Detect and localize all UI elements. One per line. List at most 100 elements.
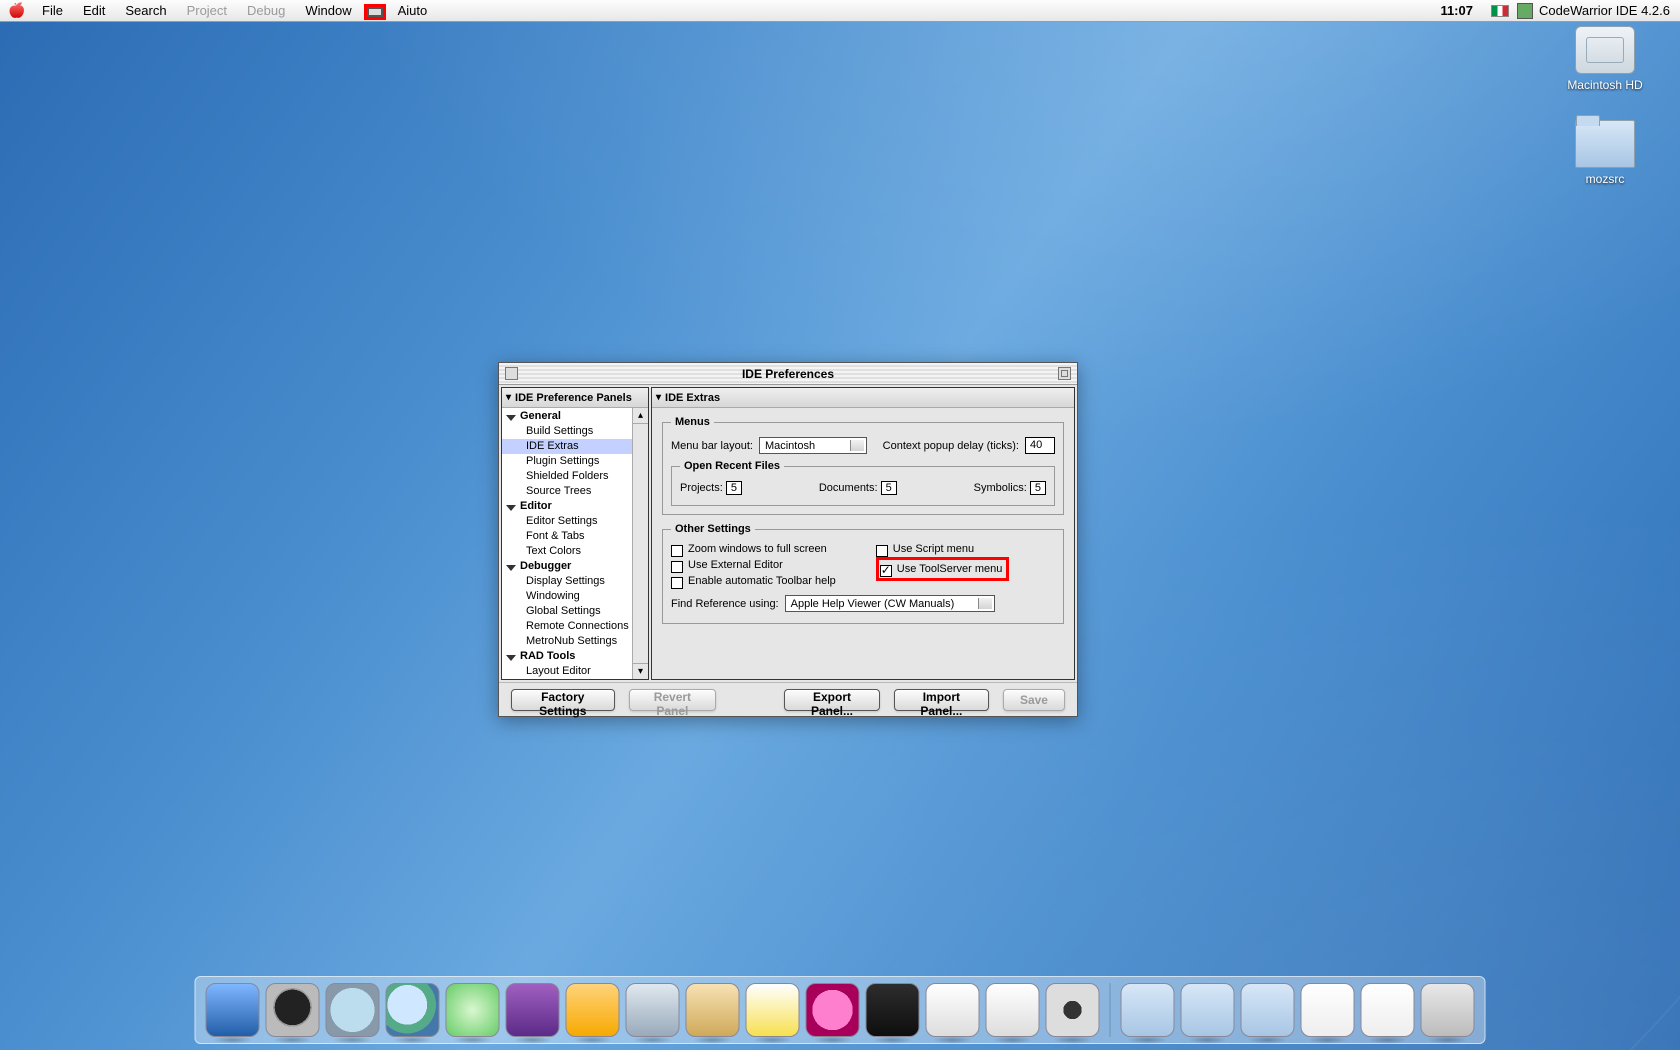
tree-group[interactable]: General bbox=[502, 409, 632, 424]
detail-header: ▾ IDE Extras bbox=[652, 388, 1074, 408]
tree-leaf[interactable]: Shielded Folders bbox=[502, 469, 632, 484]
zoom-windows-checkbox[interactable]: Zoom windows to full screen bbox=[671, 543, 836, 555]
desktop-icon-macintosh-hd[interactable]: Macintosh HD bbox=[1560, 26, 1650, 92]
apple-menu-icon[interactable] bbox=[6, 2, 28, 19]
auto-toolbar-help-checkbox[interactable]: Enable automatic Toolbar help bbox=[671, 575, 836, 587]
tree-group[interactable]: RAD Tools bbox=[502, 649, 632, 664]
dock-safari-icon[interactable] bbox=[326, 983, 380, 1037]
desktop-icon-label: mozsrc bbox=[1560, 172, 1650, 186]
dock-textedit-icon[interactable] bbox=[926, 983, 980, 1037]
checkbox-label: Use External Editor bbox=[688, 559, 783, 571]
menus-group: Menus Menu bar layout: Macintosh Context… bbox=[662, 416, 1064, 515]
tree-leaf[interactable]: Editor Settings bbox=[502, 514, 632, 529]
desktop-icon-mozsrc[interactable]: mozsrc bbox=[1560, 120, 1650, 186]
symbolics-input[interactable]: 5 bbox=[1030, 481, 1046, 495]
external-editor-checkbox[interactable]: Use External Editor bbox=[671, 559, 836, 571]
save-button: Save bbox=[1003, 689, 1065, 711]
menubar-clock: 11:07 bbox=[1430, 3, 1483, 18]
dock-dashboard-icon[interactable] bbox=[266, 983, 320, 1037]
preference-panels-tree: ▾ IDE Preference Panels GeneralBuild Set… bbox=[501, 387, 649, 680]
dock-bbedit-icon[interactable] bbox=[566, 983, 620, 1037]
checkbox-label: Enable automatic Toolbar help bbox=[688, 575, 836, 587]
import-panel-button[interactable]: Import Panel... bbox=[894, 689, 989, 711]
factory-settings-button[interactable]: Factory Settings bbox=[511, 689, 615, 711]
menus-legend: Menus bbox=[671, 416, 714, 428]
select-value: Macintosh bbox=[765, 440, 815, 452]
documents-input[interactable]: 5 bbox=[881, 481, 897, 495]
tree-leaf[interactable]: Text Colors bbox=[502, 544, 632, 559]
menu-aiuto[interactable]: Aiuto bbox=[388, 0, 438, 22]
desktop: File Edit Search Project Debug Window Ai… bbox=[0, 0, 1680, 1050]
tree-leaf[interactable]: Layout Editor bbox=[502, 664, 632, 679]
dock-tools-icon[interactable] bbox=[626, 983, 680, 1037]
checkbox-label: Zoom windows to full screen bbox=[688, 543, 827, 555]
toolserver-menu-icon[interactable] bbox=[364, 4, 386, 20]
ide-preferences-window: IDE Preferences ▾ IDE Preference Panels … bbox=[498, 362, 1078, 717]
app-name[interactable]: CodeWarrior IDE 4.2.6 bbox=[1539, 3, 1680, 18]
dock-internet-icon[interactable] bbox=[386, 983, 440, 1037]
scroll-down-arrow-icon[interactable]: ▾ bbox=[633, 663, 648, 679]
tree-body[interactable]: GeneralBuild SettingsIDE ExtrasPlugin Se… bbox=[502, 408, 632, 679]
input-locale-flag-icon[interactable] bbox=[1491, 5, 1509, 17]
dialog-button-bar: Factory Settings Revert Panel Export Pan… bbox=[499, 682, 1077, 716]
tree-leaf[interactable]: Source Trees bbox=[502, 484, 632, 499]
app-switcher-icon[interactable] bbox=[1517, 3, 1533, 19]
dock-mozilla-icon[interactable] bbox=[686, 983, 740, 1037]
dock-document-icon[interactable] bbox=[1301, 983, 1355, 1037]
hard-drive-icon bbox=[1575, 26, 1635, 74]
dock-editor-icon[interactable] bbox=[746, 983, 800, 1037]
dock-itunes-icon[interactable] bbox=[446, 983, 500, 1037]
checkbox-label: Use ToolServer menu bbox=[897, 563, 1003, 575]
disclosure-icon: ▾ bbox=[652, 392, 665, 403]
menu-window[interactable]: Window bbox=[295, 0, 361, 22]
menu-bar-layout-select[interactable]: Macintosh bbox=[759, 437, 867, 454]
export-panel-button[interactable]: Export Panel... bbox=[784, 689, 880, 711]
tree-leaf[interactable]: IDE Extras bbox=[502, 439, 632, 454]
tree-group[interactable]: Debugger bbox=[502, 559, 632, 574]
use-script-menu-checkbox[interactable]: Use Script menu bbox=[876, 543, 1010, 555]
tree-leaf[interactable]: Font & Tabs bbox=[502, 529, 632, 544]
open-recent-files-group: Open Recent Files Projects: 5 Documents:… bbox=[671, 460, 1055, 506]
projects-input[interactable]: 5 bbox=[726, 481, 742, 495]
use-toolserver-menu-checkbox[interactable]: Use ToolServer menu bbox=[880, 563, 1003, 575]
detail-header-label: IDE Extras bbox=[665, 392, 720, 404]
tree-leaf[interactable]: Display Settings bbox=[502, 574, 632, 589]
tree-leaf[interactable]: Remote Connections bbox=[502, 619, 632, 634]
checkbox-label: Use Script menu bbox=[893, 543, 974, 555]
tree-leaf[interactable]: Windowing bbox=[502, 589, 632, 604]
tree-header[interactable]: ▾ IDE Preference Panels bbox=[502, 388, 648, 408]
tree-leaf[interactable]: Build Settings bbox=[502, 424, 632, 439]
window-zoom-button[interactable] bbox=[1058, 367, 1071, 380]
dock-document-icon[interactable] bbox=[1361, 983, 1415, 1037]
toolserver-highlight: Use ToolServer menu bbox=[876, 557, 1010, 581]
open-recent-legend: Open Recent Files bbox=[680, 460, 784, 472]
menubar: File Edit Search Project Debug Window Ai… bbox=[0, 0, 1680, 22]
documents-label: Documents: bbox=[819, 482, 878, 494]
tree-leaf[interactable]: Plugin Settings bbox=[502, 454, 632, 469]
dock-finder-icon[interactable] bbox=[206, 983, 260, 1037]
tree-leaf[interactable]: MetroNub Settings bbox=[502, 634, 632, 649]
tree-group[interactable]: Editor bbox=[502, 499, 632, 514]
dock-graphics-icon[interactable] bbox=[806, 983, 860, 1037]
context-delay-input[interactable]: 40 bbox=[1025, 437, 1055, 454]
other-settings-group: Other Settings Zoom windows to full scre… bbox=[662, 523, 1064, 624]
dock-terminal-icon[interactable] bbox=[866, 983, 920, 1037]
tree-leaf[interactable]: Global Settings bbox=[502, 604, 632, 619]
dock-sysprefs-icon[interactable] bbox=[1046, 983, 1100, 1037]
dock-folder-icon[interactable] bbox=[1181, 983, 1235, 1037]
scroll-up-arrow-icon[interactable]: ▴ bbox=[633, 408, 648, 424]
context-delay-label: Context popup delay (ticks): bbox=[883, 440, 1019, 452]
find-reference-select[interactable]: Apple Help Viewer (CW Manuals) bbox=[785, 595, 995, 612]
dock-folder-icon[interactable] bbox=[1121, 983, 1175, 1037]
menu-search[interactable]: Search bbox=[115, 0, 176, 22]
window-titlebar[interactable]: IDE Preferences bbox=[499, 363, 1077, 385]
dock-folder-icon[interactable] bbox=[1241, 983, 1295, 1037]
dock-trash-icon[interactable] bbox=[1421, 983, 1475, 1037]
window-close-button[interactable] bbox=[505, 367, 518, 380]
menu-edit[interactable]: Edit bbox=[73, 0, 115, 22]
projects-label: Projects: bbox=[680, 482, 723, 494]
dock-notes-icon[interactable] bbox=[986, 983, 1040, 1037]
dock-app-icon[interactable] bbox=[506, 983, 560, 1037]
tree-scrollbar[interactable]: ▴ ▾ bbox=[632, 408, 648, 679]
menu-file[interactable]: File bbox=[32, 0, 73, 22]
